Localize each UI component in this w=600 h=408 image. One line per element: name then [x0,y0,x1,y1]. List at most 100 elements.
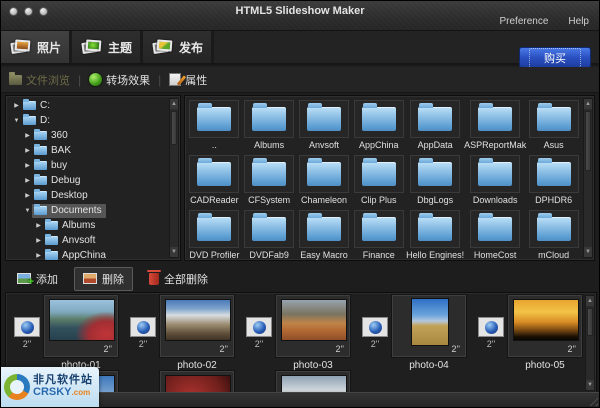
chevron-right-icon[interactable]: ▶ [23,162,32,169]
chevron-down-icon[interactable]: ▼ [23,208,32,214]
transition-effect-icon [89,73,103,86]
folder-item[interactable]: DVD Profiler [187,208,242,260]
tab-photos[interactable]: 照片 [1,31,72,63]
delete-photo-button[interactable]: 删除 [74,266,133,291]
tree-item-360[interactable]: ▶ 360 [8,128,168,143]
transition-widget[interactable]: 2'' [12,317,42,349]
folder-item[interactable]: Easy Macro [297,208,352,260]
photo-thumbnail[interactable]: 2'' [391,294,467,358]
menu-help[interactable]: Help [568,16,589,27]
photo-thumbnail[interactable]: 2'' [159,294,235,358]
chevron-right-icon[interactable]: ▶ [34,222,43,229]
tree-item-bak[interactable]: ▶ BAK [8,143,168,158]
folder-item[interactable]: Clip Plus [351,153,406,208]
tree-item-label: C: [40,100,50,111]
tab-publish[interactable]: 发布 [143,31,214,63]
scroll-up-icon[interactable]: ▲ [584,99,592,109]
tab-theme[interactable]: 主题 [72,31,143,63]
chevron-right-icon[interactable]: ▶ [23,177,32,184]
transition-widget[interactable]: 2'' [476,317,506,349]
tree-item-highlight: D: [21,114,54,128]
window-close-button[interactable] [9,7,18,16]
tree-item-anvsoft[interactable]: ▶ Anvsoft [8,233,168,248]
folder-item[interactable]: Asus [526,98,581,153]
tree-item-documents[interactable]: ▼ Documents [8,203,168,218]
delete-photo-icon [83,273,97,284]
folder-item[interactable]: HomeCost [464,208,526,260]
window-minimize-button[interactable] [24,7,33,16]
folder-icon-box [189,210,240,248]
grid-scrollbar[interactable]: ▲ ▼ [583,98,593,258]
tree-item-highlight: AppChina [43,249,110,260]
chevron-right-icon[interactable]: ▶ [23,147,32,154]
photo-thumbnail[interactable]: 2'' [507,294,583,358]
chevron-down-icon[interactable]: ▼ [12,118,21,124]
scrollbar-thumb[interactable] [585,111,591,171]
tree-item-buy[interactable]: ▶ buy [8,158,168,173]
folder-item[interactable]: .. [187,98,242,153]
scroll-down-icon[interactable]: ▼ [584,247,592,257]
scroll-up-icon[interactable]: ▲ [170,99,178,109]
tree-item-d[interactable]: ▼ D: [8,113,168,128]
tab-label: 主题 [108,40,133,55]
scrollbar-thumb[interactable] [171,111,177,145]
folder-item[interactable]: Finance [351,208,406,260]
property-button[interactable]: 属性 [169,72,207,88]
scroll-down-icon[interactable]: ▼ [586,380,594,390]
transition-widget[interactable]: 2'' [360,317,390,349]
main-area: ▶ C: ▼ D: ▶ 360 ▶ BAK ▶ buy ▶ Debug ▶ Desktop ▼ Documen… [1,95,599,263]
transition-effect-button[interactable]: 转场效果 [89,72,150,88]
app-window: HTML5 Slideshow Maker Preference Help 照片… [0,0,600,408]
chevron-right-icon[interactable]: ▶ [23,192,32,199]
folder-item[interactable]: Hello Engines! [406,208,464,260]
add-photo-button[interactable]: 添加 [8,267,67,291]
photo-toolbar: 添加 删除 全部删除 [1,265,599,292]
resize-grip[interactable] [586,394,598,406]
tree-item-label: 360 [51,130,68,141]
photo-thumbnail[interactable]: 2'' [43,294,119,358]
tree-item-desktop[interactable]: ▶ Desktop [8,188,168,203]
folder-item[interactable]: DPHDR6 [526,153,581,208]
transition-icon-box [478,317,504,337]
folder-item[interactable]: AppData [406,98,464,153]
folder-item[interactable]: DbgLogs [406,153,464,208]
window-zoom-button[interactable] [39,7,48,16]
scroll-down-icon[interactable]: ▼ [170,247,178,257]
folder-item[interactable]: mCloud [526,208,581,260]
tree-item-debug[interactable]: ▶ Debug [8,173,168,188]
folder-item[interactable]: Downloads [464,153,526,208]
folder-icon-box [353,155,404,193]
folder-item[interactable]: CFSystem [242,153,297,208]
chevron-right-icon[interactable]: ▶ [34,252,43,259]
folder-item[interactable]: Anvsoft [297,98,352,153]
photo-thumbnail-partial[interactable] [159,370,235,393]
folder-item[interactable]: ASPReportMak [464,98,526,153]
tree-item-appchina[interactable]: ▶ AppChina [8,248,168,260]
tree-item-highlight: buy [32,159,71,173]
photo-thumbnail-partial[interactable] [275,370,351,393]
folder-item[interactable]: DVDFab9 [242,208,297,260]
folder-item[interactable]: AppChina [351,98,406,153]
tree-item-label: Debug [51,175,81,186]
folder-item[interactable]: Albums [242,98,297,153]
transition-widget[interactable]: 2'' [128,317,158,349]
tree-scrollbar[interactable]: ▲ ▼ [169,98,179,258]
folder-item[interactable]: Chameleon [297,153,352,208]
delete-all-button[interactable]: 全部删除 [140,267,217,291]
folder-icon [418,213,453,241]
file-browse-button[interactable]: 文件浏览 [9,71,70,88]
chevron-right-icon[interactable]: ▶ [34,237,43,244]
tree-item-c[interactable]: ▶ C: [8,98,168,113]
transition-widget[interactable]: 2'' [244,317,274,349]
buy-button[interactable]: 购买 [519,47,591,68]
folder-icon [45,234,58,245]
chevron-right-icon[interactable]: ▶ [23,132,32,139]
tree-item-albums[interactable]: ▶ Albums [8,218,168,233]
folder-icon-box [298,155,349,193]
folder-item[interactable]: CADReader [187,153,242,208]
folder-icon [197,213,232,241]
chevron-right-icon[interactable]: ▶ [12,102,21,109]
folder-icon-box [244,155,295,193]
photo-thumbnail[interactable]: 2'' [275,294,351,358]
menu-preference[interactable]: Preference [500,16,549,27]
